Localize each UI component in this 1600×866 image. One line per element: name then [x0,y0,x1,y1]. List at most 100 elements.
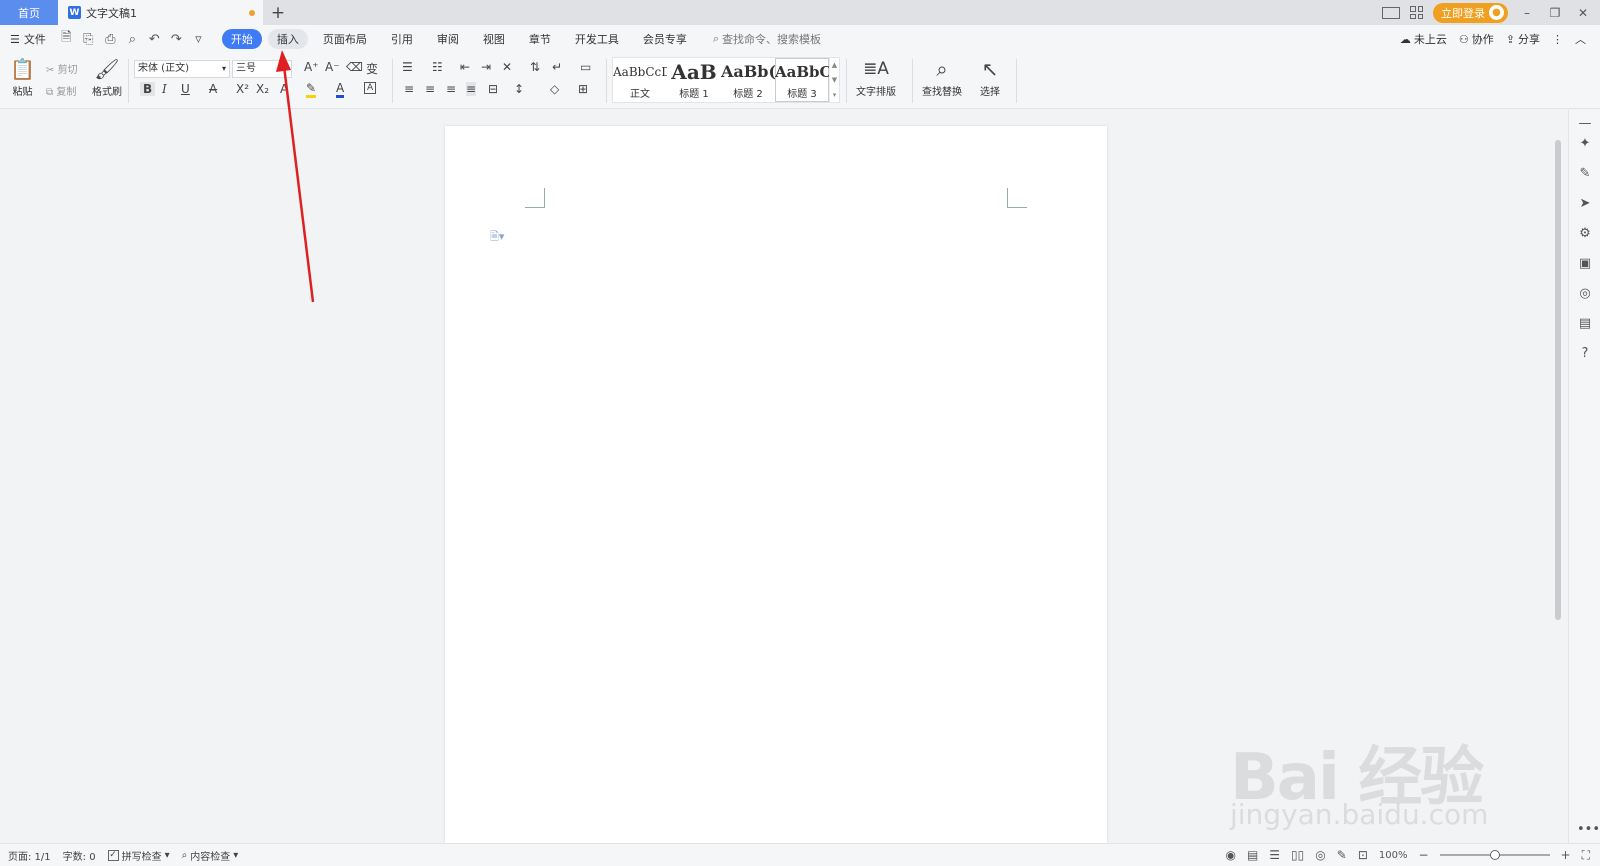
zoom-slider[interactable] [1439,850,1550,860]
align-center-icon[interactable]: ≡ [425,82,435,96]
redo-icon[interactable]: ↷ [170,32,183,47]
grow-font-icon[interactable]: A⁺ [304,60,319,74]
style-heading-2[interactable]: AaBb( 标题 2 [721,58,775,102]
style-heading-1[interactable]: AaB 标题 1 [667,58,721,102]
tab-chapter[interactable]: 章节 [520,29,560,49]
font-name-select[interactable]: 宋体 (正文) ▾ [134,60,230,78]
write-view-icon[interactable]: ✎ [1337,848,1347,862]
vertical-scrollbar[interactable] [1552,110,1564,843]
numbered-list-icon[interactable]: ☷ [432,60,443,74]
print-preview-icon[interactable]: ⌕ [126,32,139,47]
shrink-font-icon[interactable]: A⁻ [325,60,340,74]
italic-icon[interactable]: I [162,82,167,96]
book-icon[interactable]: ▤ [1577,316,1593,331]
file-menu-button[interactable]: ☰ 文件 [10,31,46,47]
share-button[interactable]: ⇪ 分享 [1506,31,1540,47]
tab-review[interactable]: 审阅 [428,29,468,49]
restore-button[interactable]: ❐ [1546,6,1564,20]
phonetic-icon[interactable]: 变 [366,60,378,77]
zoom-level[interactable]: 100% [1379,850,1408,861]
more-icon[interactable]: ••• [1577,822,1600,837]
text-layout-button[interactable]: ≣A 文字排版 [856,58,896,98]
eye-protection-icon[interactable]: ◉ [1225,848,1235,862]
scrollbar-thumb[interactable] [1555,140,1561,620]
more-options-icon[interactable]: ⋮ [1552,33,1563,46]
align-right-icon[interactable]: ≡ [446,82,456,96]
layout-icon[interactable] [1382,6,1400,19]
tab-home[interactable]: 首页 [0,0,58,25]
zoom-slider-thumb[interactable] [1489,850,1500,860]
select-button[interactable]: ↖ 选择 [980,58,1000,98]
export-icon[interactable]: ⎘ [82,32,95,47]
show-marks-icon[interactable]: ↵ [552,60,562,74]
font-color-icon[interactable]: A [336,82,345,98]
command-search[interactable]: ⌕ 查找命令、搜索模板 [713,31,821,47]
collapse-ribbon-icon[interactable]: ︿ [1575,31,1586,47]
word-count[interactable]: 字数: 0 [63,848,96,863]
chinese-layout-icon[interactable]: ✕ [502,60,512,74]
superscript-icon[interactable]: X² [236,82,249,96]
login-button[interactable]: 立即登录 ● [1433,2,1508,23]
tab-start[interactable]: 开始 [221,29,262,49]
text-effect-icon[interactable]: A [280,82,288,96]
line-spacing-icon[interactable]: ↕ [514,82,524,96]
new-tab-button[interactable]: + [263,0,293,25]
content-check-button[interactable]: ⌕ 内容检查 ▾ [182,848,239,863]
tab-document[interactable]: W 文字文稿1 [58,0,263,25]
chevron-down-icon[interactable]: ▼ [832,76,837,84]
sort-icon[interactable]: ⇅ [530,60,540,74]
spell-check-button[interactable]: ✓ 拼写检查 ▾ [107,848,170,863]
tab-view[interactable]: 视图 [474,29,514,49]
collaborate-button[interactable]: ⚇ 协作 [1459,31,1494,47]
web-view-icon[interactable]: ◎ [1315,848,1325,862]
close-button[interactable]: ✕ [1574,6,1592,20]
cloud-status-button[interactable]: ☁ 未上云 [1400,31,1447,47]
tab-insert[interactable]: 插入 [267,29,308,49]
tab-page-layout[interactable]: 页面布局 [314,29,376,49]
help-icon[interactable]: ? [1577,346,1593,361]
print-icon[interactable]: ⎙ [104,32,117,47]
increase-indent-icon[interactable]: ⇥ [481,60,491,74]
style-normal[interactable]: AaBbCcD 正文 [613,58,667,102]
style-gallery-scroll[interactable]: ▲ ▼ ▾ [829,58,839,102]
copy-button[interactable]: ⧉ 复制 [46,83,76,98]
page-view-icon[interactable]: ▤ [1247,848,1258,862]
zoom-in-icon[interactable]: + [1561,848,1571,862]
find-replace-button[interactable]: ⌕ 查找替换 [922,58,962,98]
distribute-icon[interactable]: ⊟ [488,82,498,96]
borders-icon[interactable]: ⊞ [578,82,588,96]
reading-view-icon[interactable]: ▯▯ [1291,848,1304,862]
pen-icon[interactable]: ✎ [1577,166,1593,181]
table-tools-icon[interactable]: ▭ [580,60,591,74]
minimize-button[interactable]: – [1518,6,1536,20]
apps-grid-icon[interactable] [1410,6,1423,19]
clear-format-icon[interactable]: ⌫ [346,60,363,74]
shading-icon[interactable]: ◇ [550,82,559,96]
bullet-list-icon[interactable]: ☰ [402,60,413,74]
tab-member[interactable]: 会员专享 [634,29,696,49]
document-page[interactable]: 🗎▾ [445,126,1107,843]
format-painter-button[interactable]: 🖌 格式刷 [92,58,122,98]
fullscreen-icon[interactable]: ⛶ [1582,848,1590,863]
align-left-icon[interactable]: ≡ [404,82,414,96]
font-size-select[interactable]: 三号 ▾ [232,60,292,78]
style-icon[interactable]: ✦ [1577,136,1593,151]
bold-icon[interactable]: B [140,82,156,96]
pointer-icon[interactable]: ➤ [1577,196,1593,211]
paste-options-icon[interactable]: 🗎▾ [490,228,504,247]
char-border-icon[interactable]: A [364,82,377,94]
highlight-icon[interactable]: ✎ [306,82,317,98]
globe-icon[interactable]: ◎ [1577,286,1593,301]
customize-dropdown-icon[interactable]: ▿ [192,32,205,47]
undo-icon[interactable]: ↶ [148,32,161,47]
image-icon[interactable]: ▣ [1577,256,1593,271]
expand-icon[interactable]: ▾ [833,91,837,99]
page-indicator[interactable]: 页面: 1/1 [8,848,51,863]
chevron-up-icon[interactable]: ▲ [832,61,837,69]
zoom-out-icon[interactable]: − [1418,848,1428,862]
save-icon[interactable]: 🗎 [60,28,73,50]
subscript-icon[interactable]: X₂ [256,82,269,96]
decrease-indent-icon[interactable]: ⇤ [460,60,470,74]
strikethrough-icon[interactable]: A [209,82,217,96]
tab-developer[interactable]: 开发工具 [566,29,628,49]
